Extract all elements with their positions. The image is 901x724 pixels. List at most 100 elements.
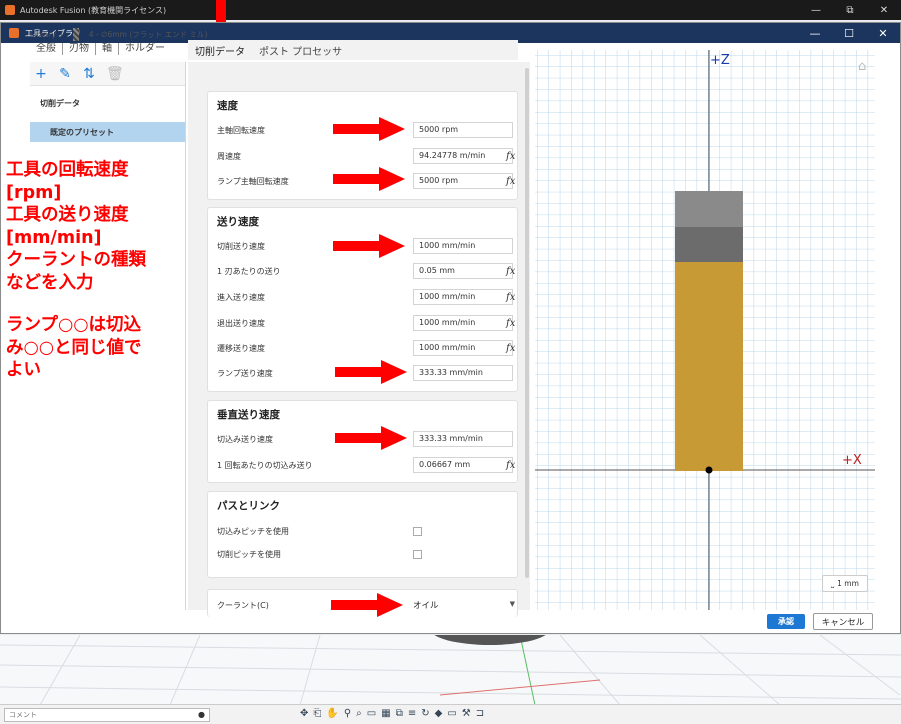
viewport-grid (0, 635, 901, 705)
home-view-icon[interactable]: ⌂ (858, 59, 866, 74)
fx-icon[interactable]: fx (506, 292, 515, 303)
x-axis-label: +X (842, 453, 862, 468)
app-close-button[interactable]: ✕ (867, 5, 901, 16)
fx-icon[interactable]: fx (506, 318, 515, 329)
comment-add-icon[interactable]: ● (198, 710, 205, 719)
sim-icon[interactable]: ⊐ (476, 708, 484, 719)
z-axis-label: +Z (710, 53, 730, 68)
plunge-feed-input[interactable]: 333.33 mm/min (413, 431, 513, 447)
use-stepdown-checkbox[interactable] (413, 526, 422, 536)
layers-icon[interactable]: ≡ (408, 708, 416, 719)
spindle-speed-input[interactable]: 5000 rpm (413, 122, 513, 138)
frame-icon[interactable]: ▭ (447, 708, 456, 719)
fusion-logo-icon (5, 5, 15, 15)
row-use-stepdown: 切込みピッチを使用 (217, 522, 512, 540)
tool-tabs-right: 切削データ ポスト プロセッサ (188, 40, 518, 60)
feed-per-rev-input[interactable]: 0.06667 mm (413, 457, 513, 473)
section-title: 垂直送り速度 (217, 409, 280, 421)
sort-preset-icon[interactable]: ⇅ (82, 66, 96, 82)
ramp-feed-input[interactable]: 333.33 mm/min (413, 365, 513, 381)
transition-feed-input[interactable]: 1000 mm/min (413, 340, 513, 356)
add-preset-icon[interactable]: + (34, 66, 48, 82)
zoom-icon[interactable]: ⚲ (344, 708, 351, 719)
coolant-select[interactable]: オイル ▼ (413, 597, 517, 613)
chevron-down-icon: ▼ (509, 600, 515, 608)
fx-icon[interactable]: fx (506, 343, 515, 354)
edit-preset-icon[interactable]: ✎ (58, 66, 72, 82)
orbit-icon[interactable]: ✥ (300, 708, 308, 719)
fx-icon[interactable]: fx (506, 176, 515, 187)
tool-flutes (675, 262, 743, 471)
section-passes: パスとリンク 切込みピッチを使用 切削ピッチを使用 (207, 491, 518, 578)
lead-in-feed-input[interactable]: 1000 mm/min (413, 289, 513, 305)
fx-icon[interactable]: fx (506, 266, 515, 277)
annotation-line: 工具の回転速度 (6, 160, 129, 180)
breadcrumb-library[interactable]: Library (30, 30, 56, 39)
dialog-maximize-button[interactable]: ☐ (832, 27, 866, 40)
row-lead-out-feed: 退出送り速度 1000 mm/min fx (217, 314, 515, 332)
accept-button[interactable]: 承認 (767, 614, 805, 629)
navigation-toolbar: ✥ ⎗ ✋ ⚲ ⌕ ▭ ▦ ⧉ ≡ ↻ ◆ ▭ ⚒ ⊐ (300, 708, 484, 719)
lead-out-feed-input[interactable]: 1000 mm/min (413, 315, 513, 331)
ramp-spindle-speed-input[interactable]: 5000 rpm (413, 173, 513, 189)
tool-preview[interactable] (535, 50, 880, 610)
row-use-stepover: 切削ピッチを使用 (217, 545, 512, 563)
tab-post-processor[interactable]: ポスト プロセッサ (252, 43, 349, 58)
preview-grid (535, 50, 875, 610)
field-label: 遷移送り速度 (217, 343, 265, 353)
field-label: 1 回転あたりの切込み送り (217, 460, 313, 470)
annotation-arrow-right (333, 117, 405, 141)
tab-cutter[interactable]: 刃物 (63, 43, 96, 55)
panel-scrollbar[interactable] (525, 68, 529, 578)
tab-general[interactable]: 全般 (30, 43, 63, 55)
comment-placeholder: コメント (9, 710, 37, 719)
field-label: 周速度 (217, 151, 241, 161)
breadcrumb-tool: 4 - ∅6mm (フラット エンド ミル) (88, 30, 208, 39)
cancel-button[interactable]: キャンセル (813, 613, 873, 630)
tool-shank (675, 227, 743, 262)
app-titlebar: Autodesk Fusion (教育機関ライセンス) — ⧉ ✕ (0, 0, 901, 20)
shape-icon[interactable]: ◆ (435, 708, 443, 719)
feed-per-tooth-input[interactable]: 0.05 mm (413, 263, 513, 279)
app-minimize-button[interactable]: — (799, 5, 833, 16)
field-label: 進入送り速度 (217, 292, 265, 302)
comment-input[interactable]: コメント ● (4, 707, 210, 722)
annotation-line: ランプ○○は切込 (6, 315, 142, 335)
tab-shaft[interactable]: 軸 (96, 43, 119, 55)
coolant-value: オイル (413, 601, 439, 611)
use-stepover-checkbox[interactable] (413, 549, 422, 559)
row-feed-per-rev: 1 回転あたりの切込み送り 0.06667 mm fx (217, 456, 515, 474)
refresh-icon[interactable]: ↻ (421, 708, 429, 719)
tool-icon[interactable]: ⚒ (462, 708, 471, 719)
scale-bar-icon: ⎵ (831, 578, 835, 588)
row-lead-in-feed: 進入送り速度 1000 mm/min fx (217, 288, 515, 306)
annotation-line: などを入力 (6, 272, 94, 293)
annotation-text: 工具の回転速度 [rpm] 工具の送り速度 [mm/min] クーラントの種類 … (6, 159, 191, 382)
row-feed-per-tooth: 1 刃あたりの送り 0.05 mm fx (217, 262, 515, 280)
pan-icon[interactable]: ✋ (326, 708, 338, 719)
scale-label: 1 mm (837, 579, 859, 588)
viewports-icon[interactable]: ⧉ (396, 708, 403, 719)
dialog-minimize-button[interactable]: — (798, 27, 832, 40)
grid-icon[interactable]: ▦ (381, 708, 390, 719)
annotation-arrow-right (335, 360, 407, 384)
preset-item-default[interactable]: 既定のプリセット (30, 122, 185, 142)
fit-icon[interactable]: ⌕ (356, 708, 362, 719)
fx-icon[interactable]: fx (506, 151, 515, 162)
display-icon[interactable]: ▭ (367, 708, 376, 719)
tab-holder[interactable]: ホルダー (119, 43, 171, 55)
annotation-arrow-right (335, 426, 407, 450)
annotation-line: [rpm] (6, 182, 62, 203)
surface-speed-input[interactable]: 94.24778 m/min (413, 148, 513, 164)
app-restore-button[interactable]: ⧉ (833, 5, 867, 16)
annotation-arrow-right (333, 167, 405, 191)
field-label: 退出送り速度 (217, 318, 265, 328)
tab-cutting-data[interactable]: 切削データ (188, 43, 252, 58)
annotation-line: クーラントの種類 (6, 250, 146, 270)
cutting-feed-input[interactable]: 1000 mm/min (413, 238, 513, 254)
fx-icon[interactable]: fx (506, 460, 515, 471)
field-label: 切込みピッチを使用 (217, 526, 289, 536)
look-at-icon[interactable]: ⎗ (313, 708, 321, 719)
delete-preset-icon[interactable]: 🗑 (106, 66, 124, 82)
dialog-close-button[interactable]: ✕ (866, 27, 900, 40)
